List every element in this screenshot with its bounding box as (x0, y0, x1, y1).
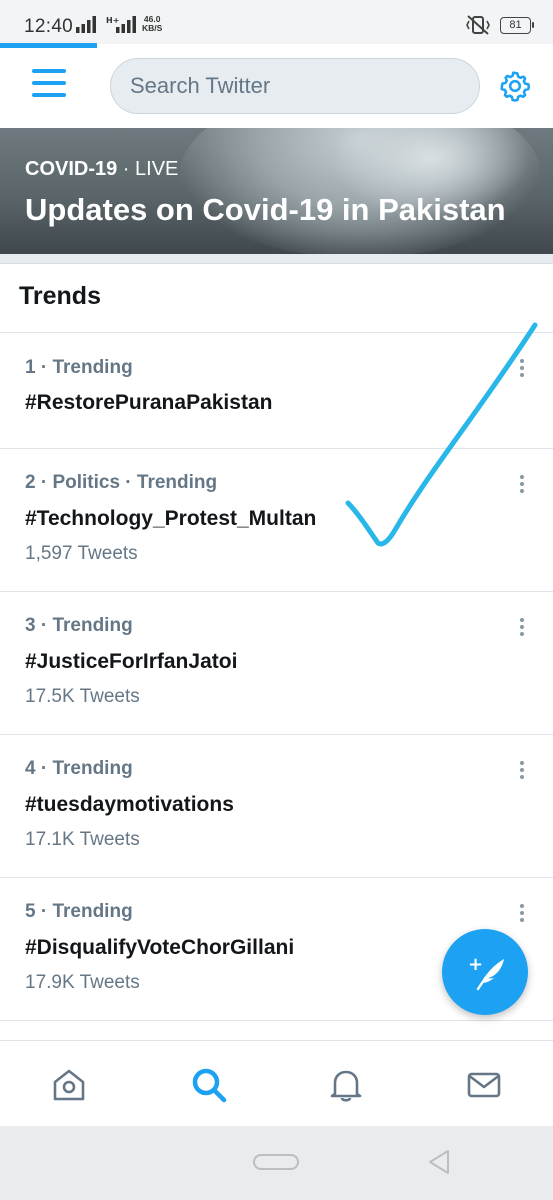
trend-hashtag: #JusticeForIrfanJatoi (25, 650, 238, 673)
trend-meta: 5 · Trending (25, 901, 133, 922)
svg-text:+: + (468, 954, 483, 975)
messages-envelope-icon[interactable] (464, 1065, 504, 1105)
more-options-icon[interactable] (512, 761, 532, 785)
search-input[interactable]: Search Twitter (110, 58, 480, 114)
trends-heading: Trends (19, 282, 101, 310)
clock: 12:40 (24, 16, 74, 37)
trend-item-2[interactable]: 2 · Politics · Trending #Technology_Prot… (0, 449, 553, 592)
trend-meta: 1 · Trending (25, 357, 133, 378)
status-bar: 12:40 H+ 46.0 KB/S 81 (0, 0, 553, 44)
hamburger-menu-icon[interactable] (32, 69, 66, 103)
more-options-icon[interactable] (512, 359, 532, 383)
more-options-icon[interactable] (512, 475, 532, 499)
network-speed: 46.0 KB/S (142, 14, 163, 33)
home-gesture-button[interactable] (253, 1154, 299, 1170)
trend-tweet-count: 17.9K Tweets (25, 972, 140, 993)
trend-meta: 4 · Trending (25, 758, 133, 779)
trend-hashtag: #RestorePuranaPakistan (25, 391, 273, 414)
trend-meta: 2 · Politics · Trending (25, 472, 218, 493)
trend-hashtag: #tuesdaymotivations (25, 793, 234, 816)
search-icon[interactable] (189, 1065, 229, 1105)
battery-icon: 81 (500, 16, 534, 34)
bottom-navigation (0, 1040, 553, 1126)
vibrate-mode-icon (466, 15, 490, 35)
gear-icon[interactable] (498, 69, 532, 103)
event-title: Updates on Covid-19 in Pakistan (25, 192, 506, 227)
trend-hashtag: #DisqualifyVoteChorGillani (25, 936, 295, 959)
trend-hashtag: #Technology_Protest_Multan (25, 507, 317, 530)
trend-item-3[interactable]: 3 · Trending #JusticeForIrfanJatoi 17.5K… (0, 592, 553, 735)
trend-item-4[interactable]: 4 · Trending #tuesdaymotivations 17.1K T… (0, 735, 553, 878)
notifications-bell-icon[interactable] (326, 1065, 366, 1105)
signal-2-icon: H+ (106, 16, 136, 33)
compose-tweet-icon: + (468, 954, 504, 991)
svg-text:H+: H+ (106, 16, 119, 25)
section-divider (0, 254, 553, 264)
trend-meta: 3 · Trending (25, 615, 133, 636)
back-icon[interactable] (426, 1148, 452, 1176)
trend-tweet-count: 17.1K Tweets (25, 829, 140, 850)
more-options-icon[interactable] (512, 904, 532, 928)
top-app-bar: Search Twitter (0, 48, 553, 128)
more-options-icon[interactable] (512, 618, 532, 642)
signal-icon (76, 16, 96, 33)
compose-tweet-button[interactable]: + (442, 929, 528, 1015)
system-navigation-bar (0, 1126, 553, 1200)
home-icon[interactable] (49, 1065, 89, 1105)
event-kicker: COVID-19 · LIVE (25, 158, 179, 180)
trend-item-1[interactable]: 1 · Trending #RestorePuranaPakistan (0, 333, 553, 449)
trend-tweet-count: 1,597 Tweets (25, 543, 138, 564)
event-banner[interactable]: COVID-19 · LIVE Updates on Covid-19 in P… (0, 128, 553, 254)
trend-tweet-count: 17.5K Tweets (25, 686, 140, 707)
